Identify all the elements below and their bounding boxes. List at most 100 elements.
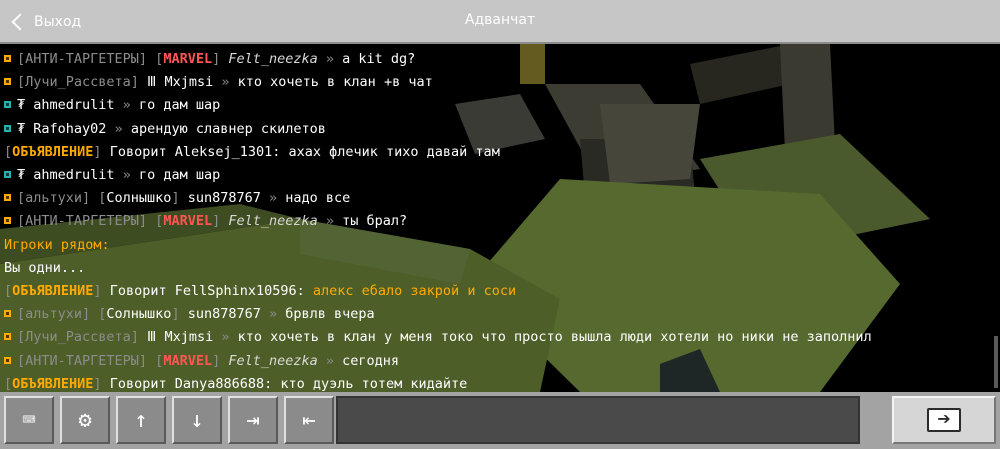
chat-bullet-icon <box>4 217 11 225</box>
chat-line: ₮ ahmedrulit » го дам шар <box>4 164 220 187</box>
chat-text-segment: [альтухи] [ <box>17 306 107 323</box>
gear-button[interactable]: ⚙ <box>60 396 110 444</box>
send-button[interactable]: ➔ <box>892 396 996 444</box>
chat-text-segment: ] <box>212 352 229 369</box>
chat-text-segment: го дам шар <box>138 97 221 114</box>
arrow-down-icon: ↓ <box>190 407 204 433</box>
chat-text-segment: [Лучи_Рассвета] <box>17 329 148 346</box>
chat-text-segment: ОБЪЯВЛЕНИЕ <box>12 283 94 299</box>
chat-text-segment: ] <box>212 51 229 67</box>
chat-text-segment: MARVEL <box>163 51 213 67</box>
chat-bullet-icon <box>4 310 11 318</box>
chat-text-segment: Felt_neezka <box>228 213 318 230</box>
chat-text-segment: ОБЪЯВЛЕНИЕ <box>12 143 94 160</box>
chat-text-segment: ₮ <box>17 120 34 137</box>
chat-text-segment: Ⅲ Mxjmsi <box>147 329 214 346</box>
send-arrow-icon: ➔ <box>927 408 961 432</box>
chat-text-segment: Felt_neezka <box>228 51 318 67</box>
chat-line: ₮ Rafohay02 » арендую славнер скилетов <box>4 118 326 141</box>
arrow-down-button[interactable]: ↓ <box>172 396 222 444</box>
chat-text-segment: MARVEL <box>163 352 213 369</box>
chat-text-segment: [АНТИ-ТАРГЕТЕРЫ] [ <box>17 51 164 67</box>
chat-text-segment: Говорит FellSphinx10596: <box>109 283 313 299</box>
page-title: Адванчат <box>464 12 536 28</box>
chat-text-segment: » <box>317 51 343 67</box>
chat-text-segment: Ⅲ Mxjmsi <box>147 74 214 91</box>
gear-icon: ⚙ <box>78 407 92 433</box>
chat-scrollbar[interactable] <box>994 336 998 388</box>
chat-text-segment: ты брал? <box>342 213 408 230</box>
chat-bullet-icon <box>4 101 11 109</box>
autocomplete-next-icon: ⇥ <box>246 407 260 433</box>
chat-text-segment: [альтухи] [ <box>17 190 107 207</box>
chat-text-segment: ] <box>93 283 110 299</box>
chat-text-segment: » <box>114 97 139 114</box>
chat-text-segment: ] <box>171 306 188 323</box>
chat-text-segment: ] <box>171 190 188 207</box>
chat-text-segment: Солнышко <box>106 306 172 323</box>
arrow-up-button[interactable]: ↑ <box>116 396 166 444</box>
chat-line: [Лучи_Рассвета] Ⅲ Mxjmsi » кто хочеть в … <box>4 326 872 349</box>
chat-line: ₮ ahmedrulit » го дам шар <box>4 94 220 117</box>
top-bar: Выход Адванчат <box>0 0 1000 44</box>
chat-text-segment: sun878767 <box>187 306 261 323</box>
chat-text-segment: ahmedrulit <box>33 167 115 183</box>
chat-bullet-icon <box>4 55 11 62</box>
autocomplete-prev-icon: ⇤ <box>302 407 316 433</box>
chat-text-segment: Rafohay02 <box>33 120 107 137</box>
chat-text-segment: ] <box>212 213 229 230</box>
chat-text-segment: » <box>317 213 343 230</box>
chat-toolbar: ⌨ ⚙ ↑ ↓ ⇥ ⇤ ➔ <box>0 392 1000 449</box>
chat-line: Вы одни... <box>4 257 85 280</box>
autocomplete-next-button[interactable]: ⇥ <box>228 396 278 444</box>
chat-bullet-icon <box>4 124 11 132</box>
chat-text-segment: » <box>317 352 343 369</box>
chat-text-segment: кто хочеть в клан у меня токо что просто… <box>237 329 872 346</box>
chat-text-segment: [АНТИ-ТАРГЕТЕРЫ] [ <box>17 352 164 369</box>
chat-bullet-icon <box>4 194 11 202</box>
chat-text-segment: го дам шар <box>138 167 221 183</box>
keyboard-button[interactable]: ⌨ <box>4 396 54 444</box>
chat-text-segment: брвлв вчера <box>285 306 375 323</box>
chat-line: [альтухи] [Солнышко] sun878767 » надо вс… <box>4 187 350 210</box>
chat-text-segment: ₮ <box>17 97 34 114</box>
chat-text-segment: [ <box>4 375 13 392</box>
chat-text-segment: надо все <box>285 190 351 207</box>
chat-log: [АНТИ-ТАРГЕТЕРЫ] [MARVEL] Felt_neezka » … <box>0 44 1000 392</box>
keyboard-icon: ⌨ <box>22 407 36 433</box>
chat-text-segment: » <box>114 167 139 183</box>
chat-text-segment: MARVEL <box>163 213 213 230</box>
chat-line: [альтухи] [Солнышко] sun878767 » брвлв в… <box>4 303 375 326</box>
chat-text-segment: Игроки рядом: <box>4 236 110 253</box>
chat-text-segment: sun878767 <box>187 190 261 207</box>
chat-text-segment: кто хочеть в клан +в чат <box>237 74 433 91</box>
chat-text-segment: ₮ <box>17 167 34 183</box>
autocomplete-prev-button[interactable]: ⇤ <box>284 396 334 444</box>
chat-line: Игроки рядом: <box>4 234 110 257</box>
chat-text-segment: [ <box>4 283 13 299</box>
chat-line: [АНТИ-ТАРГЕТЕРЫ] [MARVEL] Felt_neezka » … <box>4 48 415 71</box>
chat-text-segment: алекс ебало закрой и соси <box>312 283 517 299</box>
chat-text-segment: арендую славнер скилетов <box>130 120 326 137</box>
chat-input[interactable] <box>336 396 860 444</box>
chat-line: [ОБЪЯВЛЕНИЕ] Говорит FellSphinx10596: ал… <box>4 280 516 303</box>
chat-line: [Лучи_Рассвета] Ⅲ Mxjmsi » кто хочеть в … <box>4 71 433 94</box>
chat-text-segment: [АНТИ-ТАРГЕТЕРЫ] [ <box>17 213 164 230</box>
chat-text-segment: ] <box>93 375 110 392</box>
chat-text-segment: Говорит Danya886688: кто дуэль тотем кид… <box>109 375 468 392</box>
chat-text-segment: Felt_neezka <box>228 352 318 369</box>
chat-text-segment: Солнышко <box>106 190 172 207</box>
chat-text-segment: » <box>260 306 286 323</box>
chat-text-segment: » <box>213 74 238 91</box>
chat-text-segment: ahmedrulit <box>33 97 115 114</box>
chat-text-segment: a kit dg? <box>342 51 416 67</box>
chat-line: [АНТИ-ТАРГЕТЕРЫ] [MARVEL] Felt_neezka » … <box>4 350 399 373</box>
chat-text-segment: [Лучи_Рассвета] <box>17 74 148 91</box>
chat-bullet-icon <box>4 356 11 364</box>
chat-text-segment: сегодня <box>342 352 400 369</box>
chat-text-segment: » <box>213 329 238 346</box>
chat-text-segment: » <box>106 120 131 137</box>
chat-bullet-icon <box>4 78 11 86</box>
chat-bullet-icon <box>4 171 11 178</box>
chat-text-segment: ] <box>93 143 110 160</box>
